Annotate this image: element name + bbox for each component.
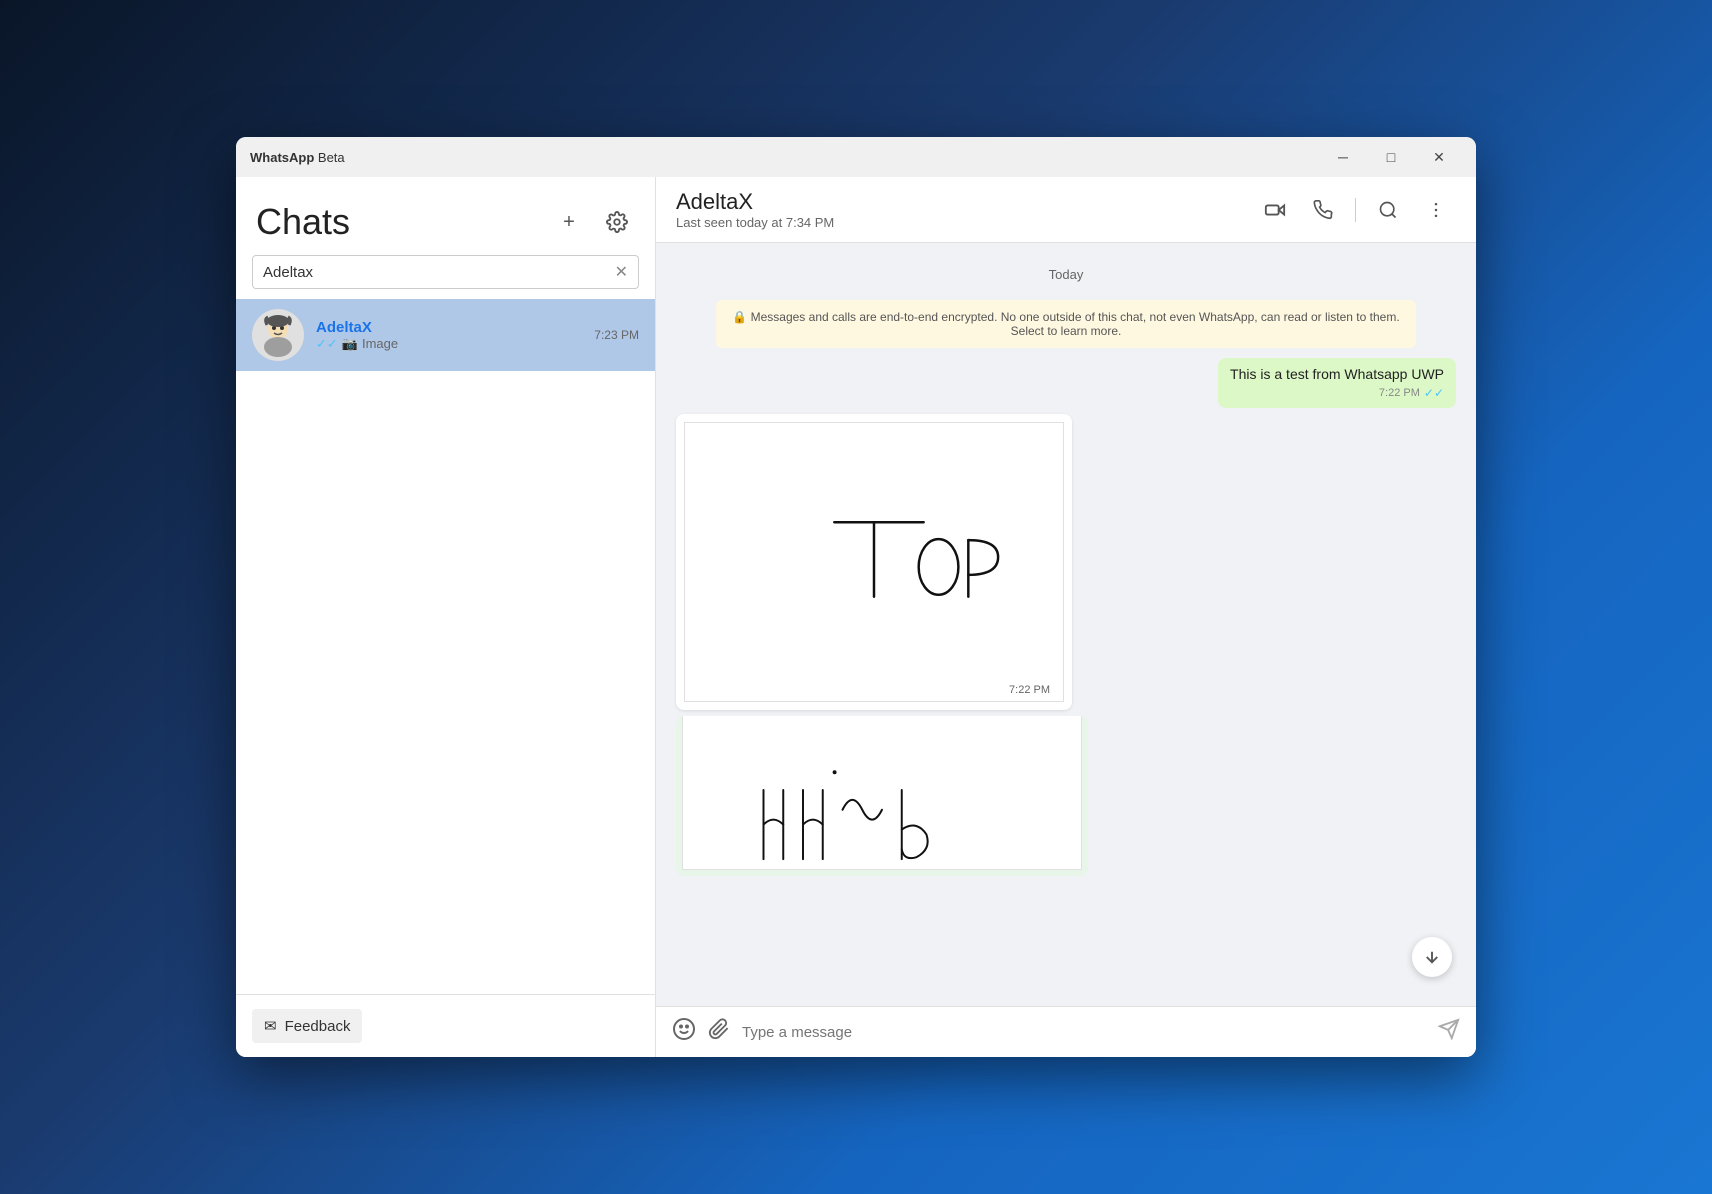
image-message-hello[interactable] [676, 716, 1088, 876]
window-controls: ─ □ ✕ [1320, 141, 1462, 173]
chat-search-button[interactable] [1368, 190, 1408, 230]
chat-header-info: AdeltaX Last seen today at 7:34 PM [676, 189, 1255, 230]
app-window: WhatsApp Beta ─ □ ✕ Chats + [236, 137, 1476, 1057]
messages-container[interactable]: Today 🔒 Messages and calls are end-to-en… [656, 243, 1476, 1006]
message-row-image-top: 7:22 PM [676, 414, 1456, 710]
close-button[interactable]: ✕ [1416, 141, 1462, 173]
message-meta: 7:22 PM ✓✓ [1230, 386, 1444, 400]
send-button[interactable] [1438, 1018, 1460, 1046]
emoji-button[interactable] [672, 1017, 696, 1047]
chat-input-area [656, 1006, 1476, 1057]
message-row-outgoing: This is a test from Whatsapp UWP 7:22 PM… [676, 358, 1456, 408]
chat-preview-adeltax: ✓✓ 📷 Image [316, 336, 582, 352]
sidebar: Chats + ✕ [236, 177, 656, 1057]
chat-name-adeltax: AdeltaX [316, 319, 582, 336]
search-clear-button[interactable]: ✕ [615, 262, 628, 282]
scroll-to-bottom-button[interactable] [1412, 937, 1452, 977]
more-options-button[interactable] [1416, 190, 1456, 230]
search-bar: ✕ [252, 255, 639, 289]
message-bubble-outgoing[interactable]: This is a test from Whatsapp UWP 7:22 PM… [1218, 358, 1456, 408]
encryption-notice[interactable]: 🔒 Messages and calls are end-to-end encr… [716, 300, 1416, 348]
avatar-adeltax [252, 309, 304, 361]
header-divider [1355, 198, 1356, 222]
title-bar: WhatsApp Beta ─ □ ✕ [236, 137, 1476, 177]
image-message-top[interactable]: 7:22 PM [676, 414, 1072, 710]
feedback-icon: ✉ [264, 1017, 277, 1035]
new-chat-button[interactable]: + [551, 204, 587, 240]
chat-header: AdeltaX Last seen today at 7:34 PM [656, 177, 1476, 243]
main-content: Chats + ✕ [236, 177, 1476, 1057]
attach-button[interactable] [708, 1018, 730, 1046]
app-title: WhatsApp Beta [250, 150, 1320, 165]
chat-info-adeltax: AdeltaX ✓✓ 📷 Image [316, 319, 582, 352]
chat-header-status: Last seen today at 7:34 PM [676, 215, 1255, 230]
sidebar-header: Chats + [236, 177, 655, 255]
chat-list: AdeltaX ✓✓ 📷 Image 7:23 PM [236, 299, 655, 994]
search-input[interactable] [263, 264, 615, 281]
chat-time-adeltax: 7:23 PM [594, 328, 639, 342]
sidebar-title: Chats [256, 201, 350, 243]
chat-header-name: AdeltaX [676, 189, 1255, 215]
maximize-button[interactable]: □ [1368, 141, 1414, 173]
message-row-image-hello [676, 716, 1456, 876]
settings-button[interactable] [599, 204, 635, 240]
chat-area: AdeltaX Last seen today at 7:34 PM [656, 177, 1476, 1057]
chat-item-adeltax[interactable]: AdeltaX ✓✓ 📷 Image 7:23 PM [236, 299, 655, 371]
voice-call-button[interactable] [1303, 190, 1343, 230]
sidebar-footer: ✉ Feedback [236, 994, 655, 1057]
feedback-button[interactable]: ✉ Feedback [252, 1009, 362, 1043]
chat-header-actions [1255, 190, 1456, 230]
sidebar-header-actions: + [551, 204, 635, 240]
message-ticks: ✓✓ [1424, 386, 1444, 400]
date-divider: Today [676, 267, 1456, 282]
message-input[interactable] [742, 1024, 1426, 1041]
video-call-button[interactable] [1255, 190, 1295, 230]
minimize-button[interactable]: ─ [1320, 141, 1366, 173]
image-time-overlay: 7:22 PM [1005, 684, 1054, 696]
